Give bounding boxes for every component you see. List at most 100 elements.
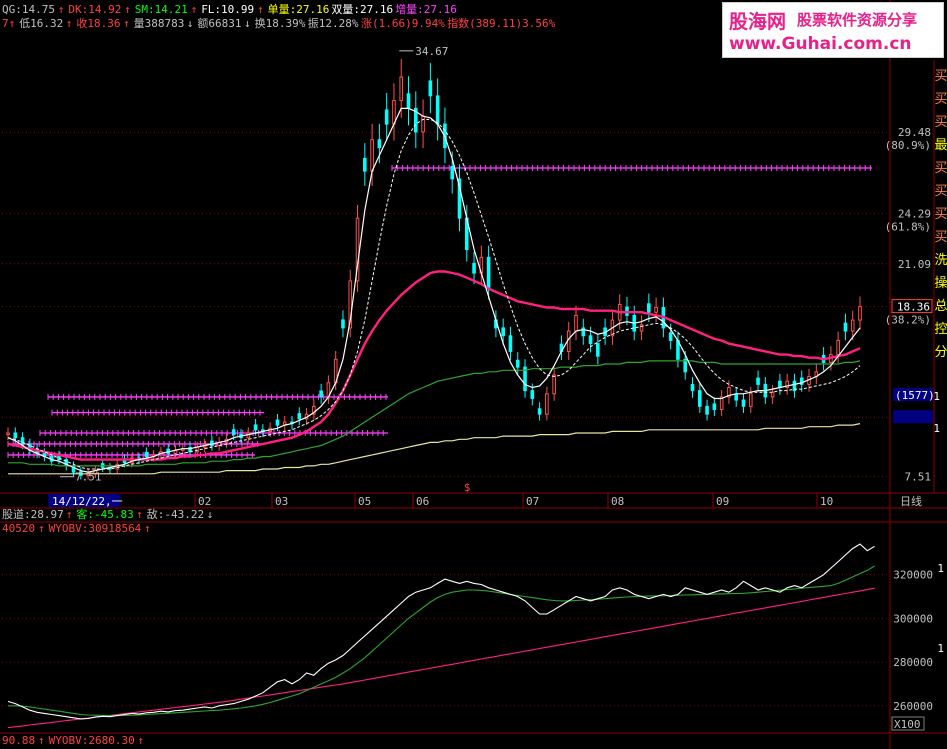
candle[interactable] (719, 390, 724, 416)
candle[interactable] (756, 370, 760, 392)
header-row1-item: ↑ (191, 3, 198, 16)
candle[interactable] (559, 335, 564, 360)
candle[interactable] (355, 204, 360, 292)
month-tick-label: 09 (716, 495, 729, 508)
candle-body (647, 303, 651, 313)
right-marker: 1 (933, 422, 940, 435)
candle[interactable] (741, 393, 746, 413)
candle-body (690, 384, 695, 392)
candle[interactable] (748, 386, 753, 413)
candle[interactable] (428, 62, 433, 114)
candle[interactable] (676, 331, 680, 368)
candle-body (588, 335, 593, 345)
candle[interactable] (217, 437, 221, 451)
candle[interactable] (435, 78, 440, 141)
header-row2-item: 涨(1.66)9.94% (361, 17, 445, 30)
candle[interactable] (282, 415, 287, 432)
candle[interactable] (843, 313, 848, 341)
month-tick-label: 08 (611, 495, 624, 508)
logo-url: www.Guhai.com.cn (729, 34, 912, 54)
candle[interactable] (319, 383, 323, 404)
month-tick-label: 07 (526, 495, 539, 508)
indicator-label-item: ↓ (207, 508, 214, 521)
candle[interactable] (581, 318, 586, 345)
current-price-label: 18.36 (897, 301, 930, 314)
indicator-label-item: 客:-45.83 (76, 507, 133, 521)
ma-white-dashed-line (7, 118, 861, 470)
candle[interactable] (734, 387, 739, 407)
candle[interactable] (785, 373, 789, 395)
candle-body (836, 339, 840, 356)
candle[interactable] (545, 386, 549, 421)
candle[interactable] (792, 373, 797, 398)
obv-right-marker: 1 (937, 642, 944, 655)
candle[interactable] (42, 448, 47, 462)
month-tick-label: 06 (416, 495, 429, 508)
candle[interactable] (523, 359, 527, 398)
candle-body (253, 424, 258, 431)
candle[interactable] (421, 99, 425, 149)
candle-body (858, 306, 862, 321)
header-row1-item: ↑ (257, 3, 264, 16)
candle[interactable] (457, 164, 462, 232)
candle-body (778, 380, 782, 389)
guhai-logo[interactable]: 股海网 股票软件资源分享 www.Guhai.com.cn (722, 2, 944, 58)
header-row1-item: QG:14.75 (2, 3, 55, 16)
stock-chart-canvas[interactable]: 29.48(80.9%) 24.29(61.8%) 21.09 18.36(38.2%… (0, 0, 947, 749)
right-strip-char: 最 (934, 138, 947, 153)
moving-averages-layer (7, 107, 861, 475)
candle[interactable] (778, 373, 782, 395)
candle[interactable] (384, 93, 389, 141)
obv-label-item: ↑ (38, 522, 45, 535)
header-row1-item: ↑ (58, 3, 65, 16)
right-strip-char: 买 (934, 115, 947, 130)
candle[interactable] (515, 352, 520, 376)
candle[interactable] (639, 315, 644, 341)
candle[interactable] (479, 245, 484, 285)
header-row2-item: ↑ (66, 17, 73, 30)
high-price-annotation: 34.67 (415, 45, 448, 58)
candle[interactable] (697, 383, 702, 413)
obv-tick-label: 300000 (893, 612, 933, 625)
bottom-label-item: ↑ (137, 734, 144, 747)
candle[interactable] (814, 364, 819, 385)
candle[interactable] (712, 397, 717, 416)
candle-body (596, 343, 600, 357)
candle[interactable] (413, 91, 418, 149)
candle-body (530, 390, 535, 399)
candle-body (406, 93, 411, 109)
candle[interactable] (326, 375, 331, 404)
candle-body (341, 319, 345, 329)
candle[interactable] (654, 297, 658, 323)
candle[interactable] (596, 334, 600, 365)
price-tick-label: 29.48 (898, 126, 931, 139)
candle[interactable] (574, 305, 578, 341)
obv-label-item: 40520 (2, 522, 35, 535)
obv-tick-label: 320000 (893, 569, 933, 582)
candle[interactable] (297, 407, 302, 426)
candle[interactable] (341, 310, 345, 338)
candle[interactable] (552, 367, 556, 401)
candle[interactable] (858, 296, 862, 330)
candle[interactable] (363, 143, 367, 186)
candle[interactable] (508, 326, 513, 360)
obv-tick-label: 260000 (893, 700, 933, 713)
candle[interactable] (799, 370, 804, 392)
right-strip-char: 买 (934, 69, 947, 84)
candlestick-layer[interactable] (6, 58, 862, 480)
right-strip-char: 买 (934, 184, 947, 199)
ma-green-line (8, 360, 861, 467)
candle-body (668, 332, 673, 341)
candle-body (428, 80, 433, 97)
candle[interactable] (690, 377, 695, 398)
low-price-annotation: 7.51 (75, 471, 102, 484)
candle-body (770, 391, 775, 398)
candle[interactable] (406, 76, 411, 126)
logo-tagline: 股票软件资源分享 (797, 11, 918, 29)
candle[interactable] (770, 385, 775, 404)
ma-pink-line (7, 270, 861, 461)
candle[interactable] (486, 245, 491, 300)
month-tick-label: 03 (275, 495, 288, 508)
candle-body (363, 157, 367, 172)
header-row2-item: 振12.28% (308, 16, 359, 30)
